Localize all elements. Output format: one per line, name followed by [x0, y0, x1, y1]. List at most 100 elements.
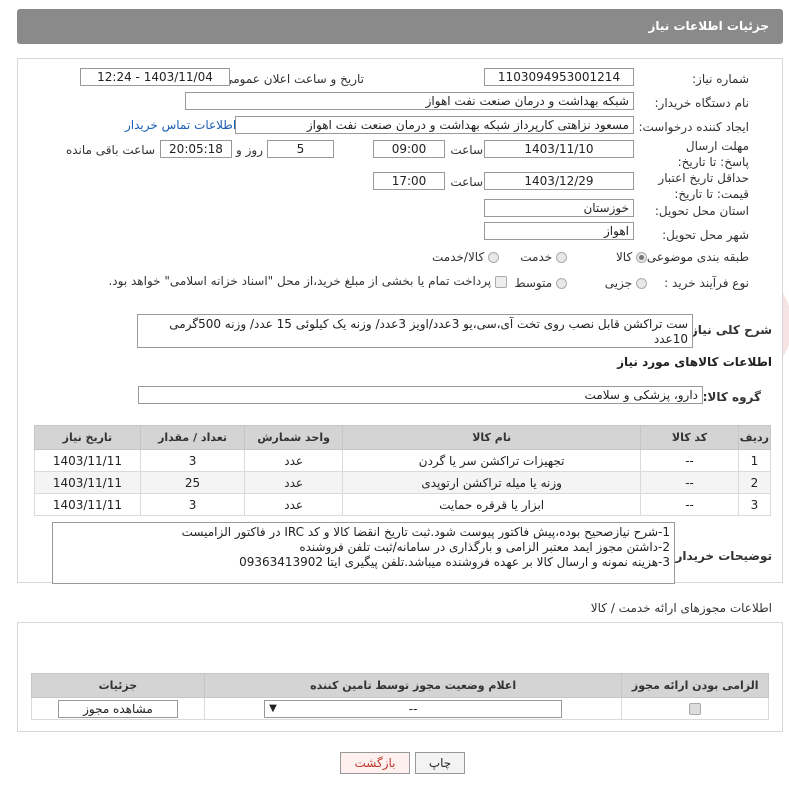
goods-section-title: اطلاعات کالاهای مورد نیاز	[617, 355, 772, 369]
category-service-label: خدمت	[520, 250, 553, 264]
permit-status-value: --	[408, 701, 418, 716]
col-code: کد کالا	[640, 425, 739, 450]
buyer-notes-label: توضیحات خریدار:	[670, 549, 772, 563]
cell-code: --	[640, 493, 739, 516]
province-field: خوزستان	[484, 199, 634, 217]
process-option-minor[interactable]: جزیی	[605, 276, 647, 290]
reply-time-label: ساعت	[450, 143, 483, 157]
page-header: جزئیات اطلاعات نیاز	[17, 9, 783, 44]
category-option-both[interactable]: کالا/خدمت	[432, 250, 499, 264]
permits-section-title: اطلاعات مجوزهای ارائه خدمت / کالا	[590, 601, 772, 615]
chevron-down-icon: ▼	[269, 702, 277, 714]
view-permit-button[interactable]: مشاهده مجوز	[57, 699, 178, 718]
remaining-time-field: 20:05:18	[160, 140, 232, 158]
days-label: روز و	[236, 143, 263, 157]
goods-group-field: دارو، پزشکی و سلامت	[138, 386, 703, 404]
cell-date: 1403/11/11	[34, 471, 141, 494]
price-date-field: 1403/12/29	[484, 172, 634, 190]
category-both-label: کالا/خدمت	[431, 250, 485, 264]
summary-line-2: 10عدد	[653, 332, 688, 346]
price-time-label: ساعت	[450, 175, 483, 189]
remaining-time-label: ساعت باقی مانده	[65, 143, 155, 157]
category-goods-radio[interactable]	[636, 252, 647, 263]
process-minor-label: جزیی	[604, 276, 633, 290]
category-option-goods[interactable]: کالا	[616, 250, 647, 264]
process-option-medium[interactable]: متوسط	[514, 276, 567, 290]
category-label: طبقه بندی موضوعی:	[642, 250, 749, 264]
cell-name: ابزار یا قرقره حمایت	[341, 493, 642, 516]
need-number-label: شماره نیاز:	[692, 72, 749, 86]
buyer-note-line-1: 1-شرح نیازصحیح بوده،پیش فاکتور پیوست شود…	[181, 525, 670, 539]
city-label: شهر محل تحویل:	[662, 228, 749, 242]
announce-date-field: 1403/11/04 - 12:24	[80, 68, 230, 86]
cell-unit: عدد	[244, 493, 343, 516]
summary-line-1: ست تراکشن قابل نصب روی تخت آی،سی،یو 3عدد…	[169, 317, 688, 331]
col-row: ردیف	[737, 425, 772, 450]
print-button[interactable]: چاپ	[415, 752, 465, 774]
buyer-org-field: شبکه بهداشت و درمان صنعت نفت اهواز	[185, 92, 634, 110]
summary-textarea[interactable]: ست تراکشن قابل نصب روی تخت آی،سی،یو 3عدد…	[137, 314, 693, 348]
cell-name: تجهیزات تراکشن سر یا گردن	[341, 449, 642, 472]
cell-details: مشاهده مجوز	[31, 697, 205, 720]
category-goods-label: کالا	[615, 250, 633, 264]
cell-name: وزنه یا میله تراکشن ارتوپدی	[341, 471, 642, 494]
price-validity-label: حداقل تاریخ اعتبار قیمت: تا تاریخ:	[658, 171, 749, 201]
required-checkbox	[689, 703, 702, 715]
col-name: نام کالا	[341, 425, 642, 450]
goods-table: ردیف کد کالا نام کالا واحد شمارش تعداد /…	[34, 425, 772, 516]
buyer-notes-textarea[interactable]: 1-شرح نیازصحیح بوده،پیش فاکتور پیوست شود…	[52, 522, 675, 584]
goods-table-header: ردیف کد کالا نام کالا واحد شمارش تعداد /…	[34, 425, 772, 450]
payment-treasury-label: پرداخت تمام یا بخشی از مبلغ خرید،از محل …	[108, 274, 492, 288]
days-field: 5	[267, 140, 334, 158]
province-label: استان محل تحویل:	[654, 204, 749, 218]
permits-table: الزامی بودن ارائه مجوز اعلام وضعیت مجوز …	[31, 673, 769, 720]
goods-group-label: گروه کالا:	[702, 390, 761, 404]
cell-unit: عدد	[244, 449, 343, 472]
col-details: جزئیات	[31, 673, 205, 698]
table-row: 3 -- ابزار یا قرقره حمایت عدد 3 1403/11/…	[34, 493, 772, 516]
city-field: اهواز	[484, 222, 634, 240]
cell-qty: 3	[139, 449, 246, 472]
creator-label: ایجاد کننده درخواست:	[638, 120, 749, 134]
col-qty: تعداد / مقدار	[139, 425, 246, 450]
page-title: جزئیات اطلاعات نیاز	[648, 19, 769, 33]
process-minor-radio[interactable]	[636, 278, 647, 289]
cell-required	[621, 697, 769, 720]
process-medium-radio[interactable]	[556, 278, 567, 289]
cell-row: 1	[737, 449, 772, 472]
buyer-contact-link[interactable]: اطلاعات تماس خریدار	[125, 118, 236, 132]
cell-qty: 25	[139, 471, 246, 494]
payment-treasury-option[interactable]: پرداخت تمام یا بخشی از مبلغ خرید،از محل …	[108, 274, 507, 288]
buyer-note-line-2: 2-داشتن مجوز ایمد معتبر الزامی و بارگذار…	[299, 540, 670, 554]
table-row: 1 -- تجهیزات تراکشن سر یا گردن عدد 3 140…	[34, 449, 772, 472]
need-number-field: 1103094953001214	[484, 68, 634, 86]
creator-field: مسعود نزاهتی کارپرداز شبکه بهداشت و درما…	[235, 116, 634, 134]
process-medium-label: متوسط	[514, 276, 553, 290]
col-date: تاریخ نیاز	[34, 425, 141, 450]
category-service-radio[interactable]	[556, 252, 567, 263]
reply-deadline-label: مهلت ارسال پاسخ: تا تاریخ:	[677, 139, 749, 169]
col-unit: واحد شمارش	[244, 425, 343, 450]
category-option-service[interactable]: خدمت	[520, 250, 567, 264]
cell-date: 1403/11/11	[34, 449, 141, 472]
cell-status: -- ▼	[203, 697, 623, 720]
payment-treasury-checkbox[interactable]	[495, 275, 507, 288]
reply-time-field: 09:00	[373, 140, 445, 158]
permits-table-header: الزامی بودن ارائه مجوز اعلام وضعیت مجوز …	[31, 673, 769, 698]
cell-date: 1403/11/11	[34, 493, 141, 516]
process-label: نوع فرآیند خرید :	[664, 276, 749, 290]
col-status: اعلام وضعیت مجوز توسط تامین کننده	[203, 673, 623, 698]
cell-row: 3	[737, 493, 772, 516]
category-both-radio[interactable]	[488, 252, 499, 263]
permit-status-select[interactable]: -- ▼	[264, 699, 563, 718]
summary-label: شرح کلی نیاز:	[686, 323, 772, 337]
buyer-note-line-3: 3-هزینه نمونه و ارسال کالا بر عهده فروشن…	[239, 555, 670, 569]
reply-date-field: 1403/11/10	[484, 140, 634, 158]
col-required: الزامی بودن ارائه مجوز	[621, 673, 769, 698]
price-time-field: 17:00	[373, 172, 445, 190]
announce-date-label: تاریخ و ساعت اعلان عمومی:	[219, 72, 364, 86]
table-row: 2 -- وزنه یا میله تراکشن ارتوپدی عدد 25 …	[34, 471, 772, 494]
cell-row: 2	[737, 471, 772, 494]
back-button[interactable]: بازگشت	[340, 752, 410, 774]
buyer-org-label: نام دستگاه خریدار:	[654, 96, 750, 110]
